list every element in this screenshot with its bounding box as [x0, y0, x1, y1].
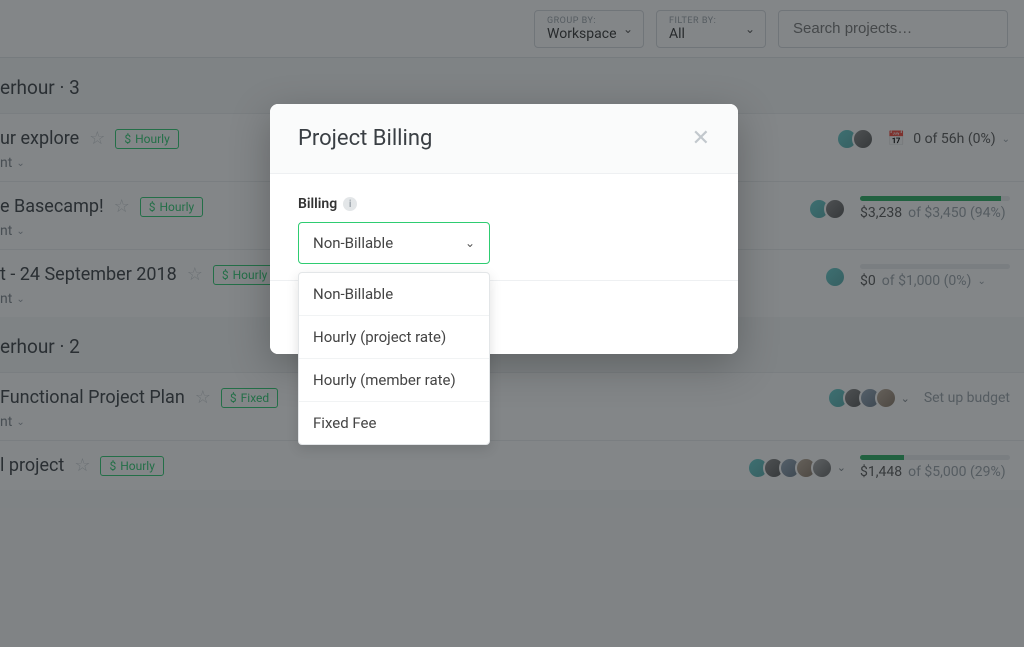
billing-option[interactable]: Hourly (member rate) — [299, 359, 489, 402]
chevron-down-icon: ⌄ — [465, 236, 475, 250]
close-icon[interactable]: ✕ — [692, 126, 710, 151]
modal-body: Billing i Non-Billable ⌄ Non-Billable Ho… — [270, 174, 738, 354]
modal-header: Project Billing ✕ — [270, 104, 738, 174]
billing-option[interactable]: Hourly (project rate) — [299, 316, 489, 359]
billing-option[interactable]: Non-Billable — [299, 273, 489, 316]
project-billing-modal: Project Billing ✕ Billing i Non-Billable… — [270, 104, 738, 354]
billing-field-label: Billing i — [298, 196, 710, 212]
info-icon[interactable]: i — [343, 197, 357, 211]
billing-selected: Non-Billable — [313, 234, 393, 252]
billing-option[interactable]: Fixed Fee — [299, 402, 489, 444]
modal-title: Project Billing — [298, 126, 432, 151]
billing-dropdown[interactable]: Non-Billable ⌄ — [298, 222, 490, 264]
billing-dropdown-list: Non-Billable Hourly (project rate) Hourl… — [298, 272, 490, 445]
